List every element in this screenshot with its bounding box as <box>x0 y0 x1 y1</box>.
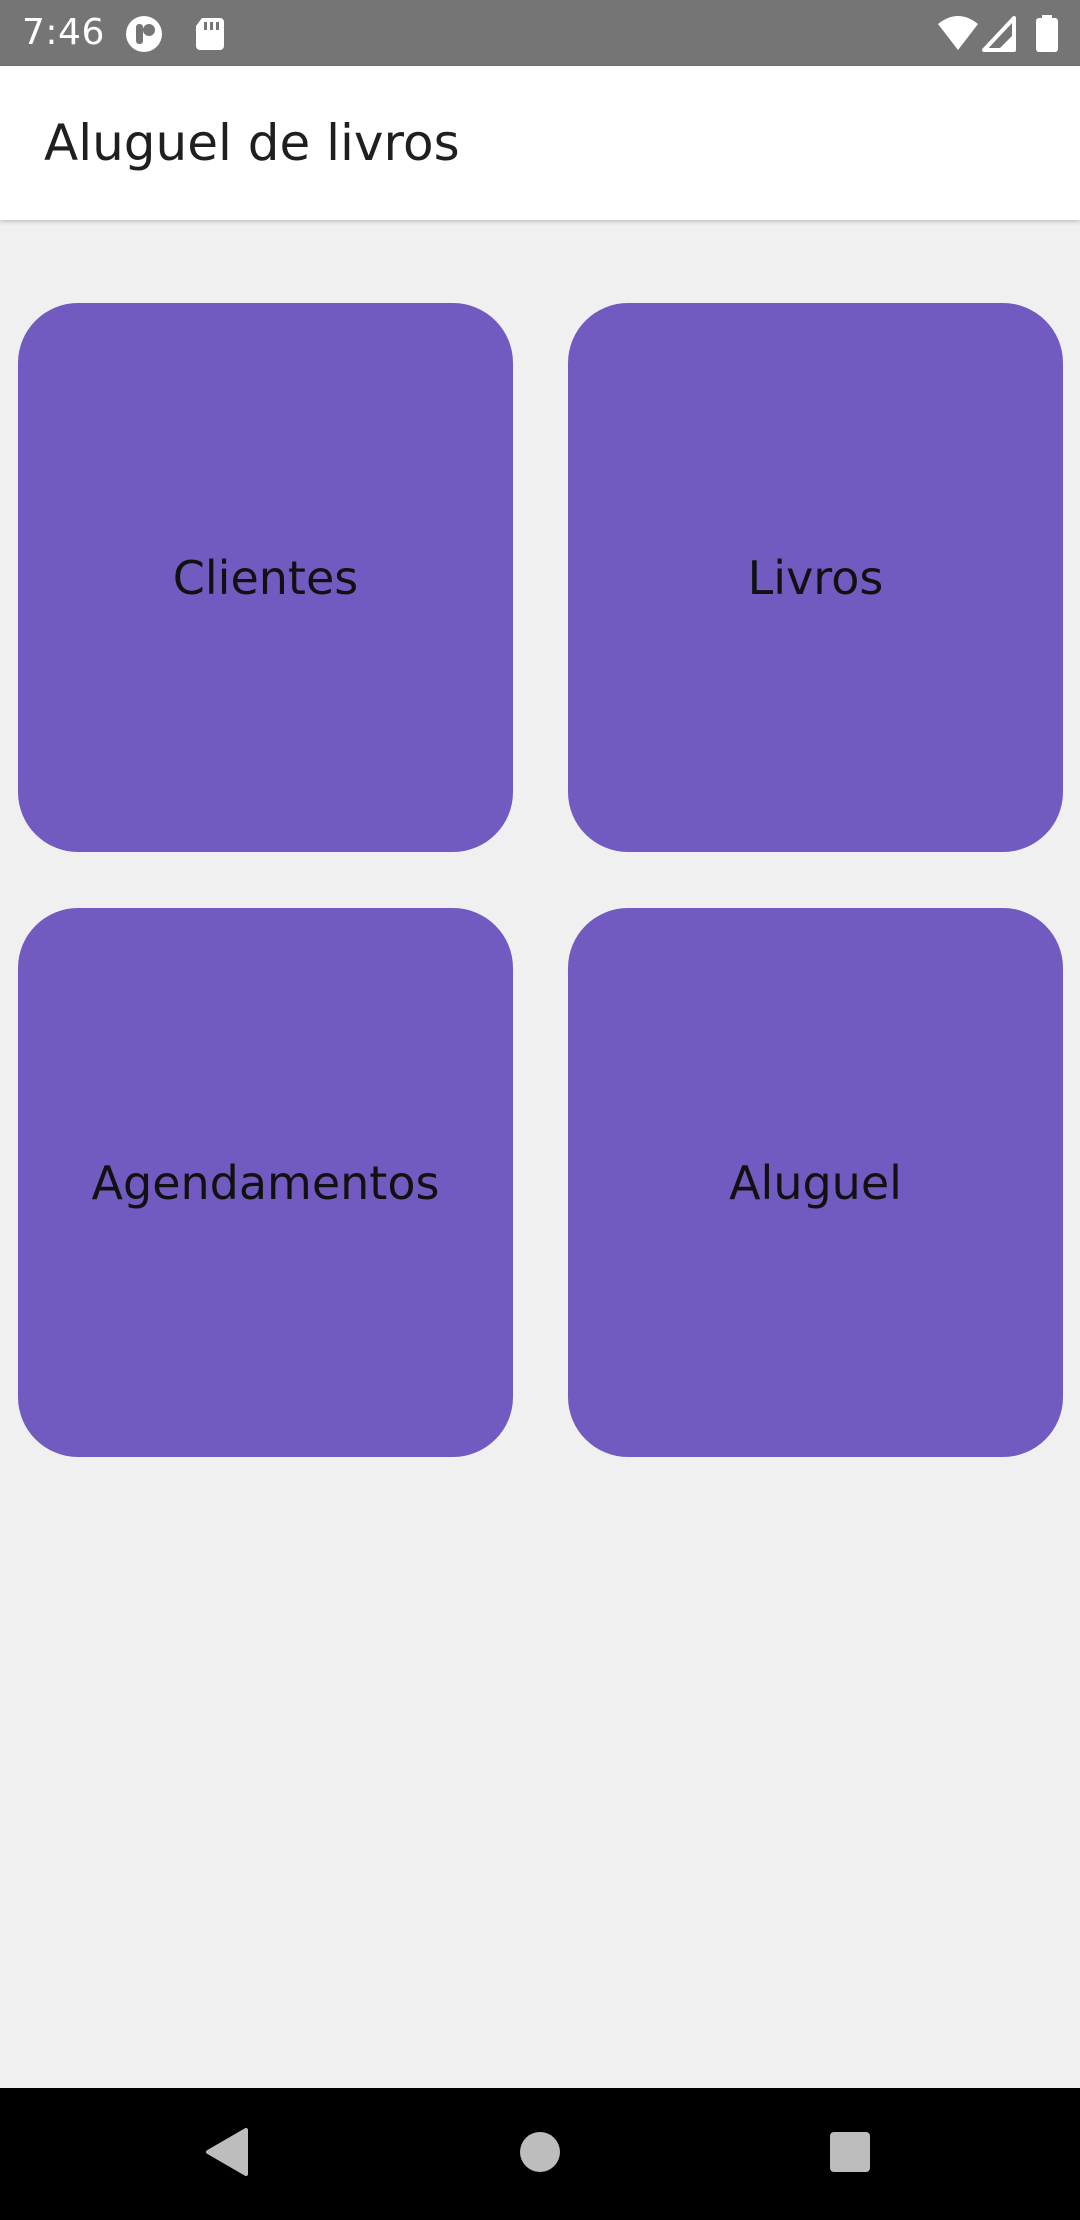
tile-label: Clientes <box>172 550 359 605</box>
navigation-bar <box>0 2088 1080 2220</box>
back-icon <box>202 2126 250 2182</box>
home-icon <box>518 2130 562 2178</box>
status-bar: 7:46 <box>0 0 1080 66</box>
home-button[interactable] <box>500 2118 580 2190</box>
tile-aluguel-button[interactable]: Aluguel <box>568 908 1063 1457</box>
back-button[interactable] <box>186 2118 266 2190</box>
tile-label: Livros <box>747 550 884 605</box>
status-time: 7:46 <box>22 12 105 53</box>
tile-label: Aluguel <box>729 1155 902 1210</box>
tile-agendamentos-button[interactable]: Agendamentos <box>18 908 513 1457</box>
tile-clientes-button[interactable]: Clientes <box>18 303 513 852</box>
battery-icon <box>1034 14 1060 54</box>
page-title: Aluguel de livros <box>44 114 460 172</box>
app-bar: Aluguel de livros <box>0 66 1080 220</box>
notification-app-icon <box>124 14 164 54</box>
wifi-icon <box>936 14 980 54</box>
recents-icon <box>828 2130 872 2178</box>
cellular-signal-icon <box>980 14 1020 54</box>
sd-card-icon <box>190 14 230 54</box>
tile-livros-button[interactable]: Livros <box>568 303 1063 852</box>
tile-label: Agendamentos <box>91 1155 440 1210</box>
recents-button[interactable] <box>810 2118 890 2190</box>
